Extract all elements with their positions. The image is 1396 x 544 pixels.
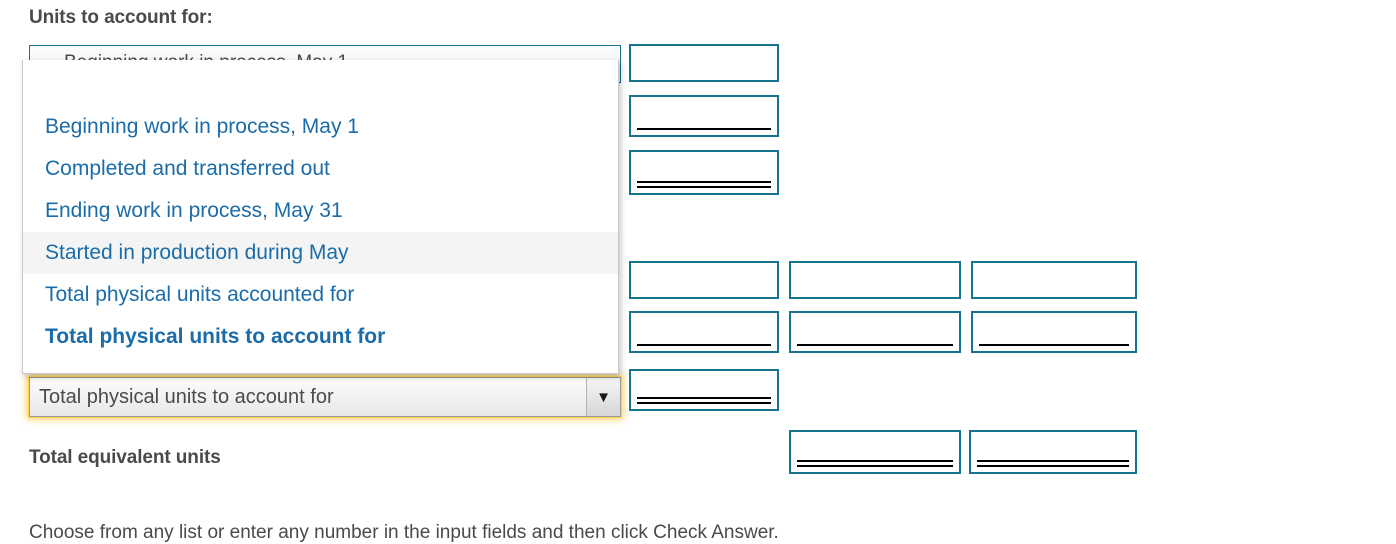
single-underline <box>637 128 771 130</box>
single-underline <box>637 344 771 346</box>
answer-input-box[interactable] <box>629 44 779 82</box>
units-total-select-value: Total physical units to account for <box>39 385 334 408</box>
double-underline <box>977 460 1129 467</box>
dropdown-option[interactable]: Ending work in process, May 31 <box>23 190 618 232</box>
dropdown-option[interactable]: Completed and transferred out <box>23 148 618 190</box>
single-underline <box>797 344 953 346</box>
single-underline <box>979 344 1129 346</box>
dropdown-option[interactable]: Beginning work in process, May 1 <box>23 106 618 148</box>
dropdown-option[interactable]: Total physical units to account for <box>23 316 618 358</box>
instruction-text: Choose from any list or enter any number… <box>29 522 779 543</box>
units-to-account-for-heading: Units to account for: <box>29 7 213 28</box>
units-total-select[interactable]: Total physical units to account for ▼ <box>29 377 621 417</box>
answer-input-box[interactable] <box>629 95 779 137</box>
answer-input-box[interactable] <box>789 261 961 299</box>
answer-input-box[interactable] <box>629 150 779 195</box>
double-underline <box>637 181 771 188</box>
answer-input-box[interactable] <box>971 261 1137 299</box>
answer-input-box[interactable] <box>789 430 961 474</box>
worksheet-page: Units to account for: Beginning work in … <box>0 0 1396 543</box>
dropdown-option[interactable]: Total physical units accounted for <box>23 274 618 316</box>
answer-input-box[interactable] <box>789 311 961 353</box>
answer-input-box[interactable] <box>629 369 779 411</box>
answer-input-box[interactable] <box>629 261 779 299</box>
double-underline <box>797 460 953 467</box>
units-select-dropdown[interactable]: Beginning work in process, May 1 Complete… <box>22 60 619 374</box>
answer-input-box[interactable] <box>971 311 1137 353</box>
answer-input-box[interactable] <box>969 430 1137 474</box>
answer-input-box[interactable] <box>629 311 779 353</box>
double-underline <box>637 397 771 404</box>
dropdown-option[interactable]: Started in production during May <box>23 232 618 274</box>
chevron-down-icon[interactable]: ▼ <box>586 378 620 416</box>
total-equivalent-units-heading: Total equivalent units <box>29 447 221 468</box>
